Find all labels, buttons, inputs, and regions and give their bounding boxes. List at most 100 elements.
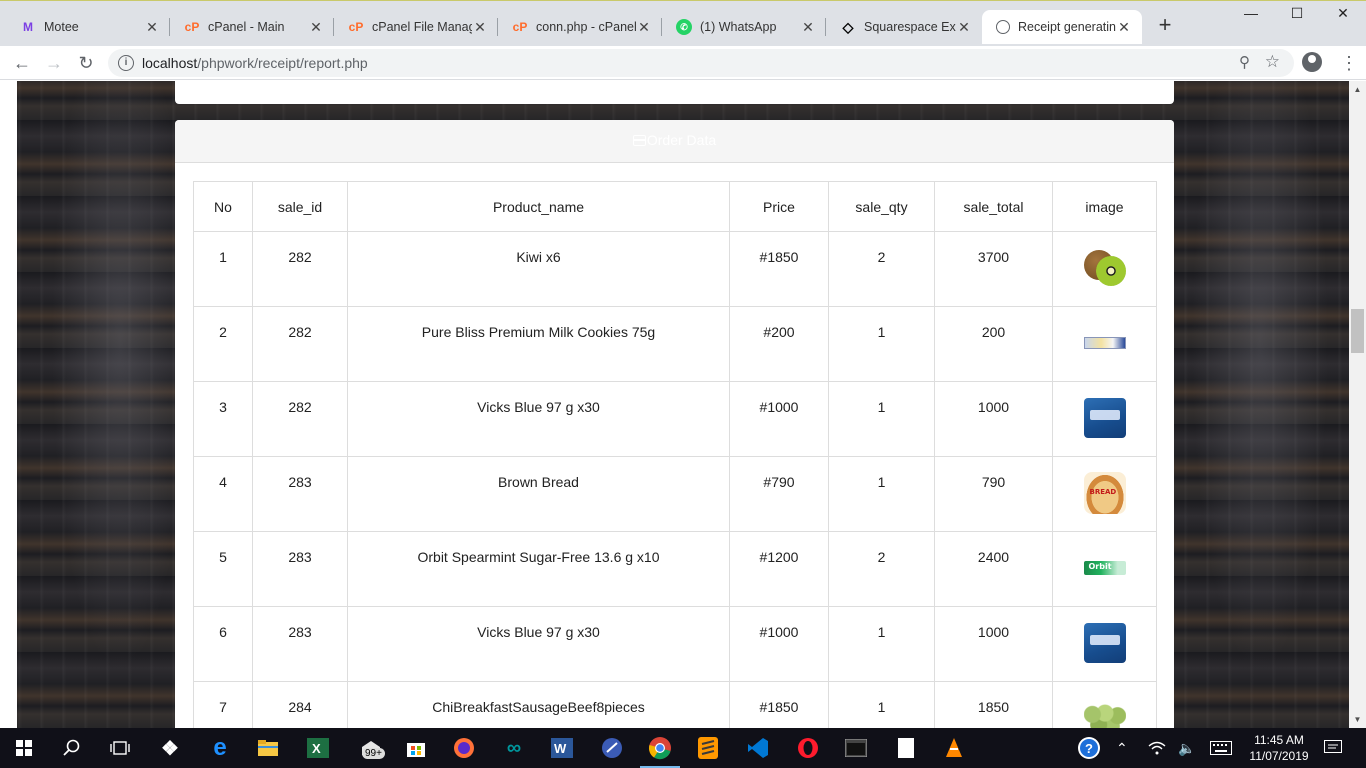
close-tab-icon[interactable]: ✕ [472,19,488,36]
close-tab-icon[interactable]: ✕ [956,19,972,36]
vscode-icon[interactable] [744,734,772,762]
tab-title: conn.php - cPanel [536,20,636,34]
sublime-text-icon[interactable] [694,734,722,762]
cell-sale-qty: 1 [828,306,935,382]
notepad-icon[interactable] [892,734,920,762]
maximize-button[interactable]: ☐ [1274,5,1320,29]
scroll-up-arrow-icon[interactable]: ▲ [1349,81,1366,98]
kiwi-image [1083,248,1126,288]
edge-browser-icon[interactable]: e [206,734,234,762]
url-path: /phpwork/receipt/report.php [197,55,368,71]
word-icon[interactable]: W [548,734,576,762]
cell-sale-total: 2400 [934,531,1053,607]
column-header-sale-total: sale_total [934,181,1053,232]
site-info-icon[interactable]: i [118,55,134,71]
browser-tab[interactable]: cP cPanel - Main ✕ [170,10,334,44]
notifications-app-icon[interactable]: 99+ [352,734,390,762]
close-tab-icon[interactable]: ✕ [1116,19,1132,36]
cell-sale-total: 790 [934,456,1053,532]
dropbox-icon[interactable]: ❖ [156,734,184,762]
cell-price: #1000 [729,606,829,682]
cell-product-name: Kiwi x6 [347,231,730,307]
tab-title: Squarespace Expe [864,20,956,34]
keyboard-icon[interactable] [1210,728,1232,768]
tab-title: (1) WhatsApp [700,20,777,34]
opera-icon[interactable] [794,734,822,762]
order-data-panel: Order Data No sale_id Product_name Price… [175,120,1174,728]
table-row: 1 282 Kiwi x6 #1850 2 3700 [193,231,1157,307]
cell-image [1052,381,1157,457]
browser-tab[interactable]: ◇ Squarespace Expe ✕ [826,10,982,44]
column-header-price: Price [729,181,829,232]
browser-tab[interactable]: cP cPanel File Manag ✕ [334,10,498,44]
reload-icon[interactable]: ↻ [74,51,98,75]
close-tab-icon[interactable]: ✕ [144,19,160,36]
browser-tab[interactable]: M Motee ✕ [6,10,170,44]
minimize-button[interactable]: — [1228,5,1274,29]
cell-sale-total: 200 [934,306,1053,382]
excel-icon[interactable]: X [304,734,332,762]
browser-tab-active[interactable]: Receipt generating ✕ [982,10,1142,44]
wifi-icon[interactable] [1148,728,1166,768]
action-center-icon[interactable] [1324,728,1342,768]
svg-text:X: X [312,741,321,756]
cell-image [1052,306,1157,382]
cell-sale-qty: 1 [828,681,935,728]
clock-time: 11:45 AM [1254,733,1304,747]
browser-menu-icon[interactable]: ⋮ [1340,52,1358,74]
browser-tab[interactable]: ✆ (1) WhatsApp ✕ [662,10,826,44]
close-tab-icon[interactable]: ✕ [636,19,652,36]
globe-icon [996,20,1010,34]
cell-price: #1000 [729,381,829,457]
cell-no: 1 [193,231,253,307]
close-window-button[interactable]: ✕ [1320,5,1366,29]
address-bar[interactable]: i localhost/phpwork/receipt/report.php ⚲… [108,49,1294,77]
cell-sale-qty: 1 [828,606,935,682]
search-icon[interactable] [58,734,86,762]
cell-image [1052,606,1157,682]
cell-sale-id: 282 [252,231,348,307]
cell-sale-qty: 1 [828,381,935,457]
vlc-icon[interactable] [940,734,968,762]
bookmark-star-icon[interactable]: ☆ [1265,52,1280,72]
cell-no: 4 [193,456,253,532]
store-icon[interactable] [402,734,430,762]
help-icon[interactable]: ? [1076,728,1102,768]
forward-arrow-icon[interactable]: → [42,51,66,75]
close-tab-icon[interactable]: ✕ [800,19,816,36]
system-clock[interactable]: 11:45 AM 11/07/2019 [1240,732,1318,764]
firefox-icon[interactable] [450,734,478,762]
cell-sale-total: 1850 [934,681,1053,728]
browser-toolbar: ← → ↻ i localhost/phpwork/receipt/report… [0,46,1366,80]
arduino-icon[interactable]: ∞ [500,734,528,762]
table-header-row: No sale_id Product_name Price sale_qty s… [193,181,1157,232]
cell-image [1052,456,1157,532]
volume-icon[interactable]: 🔈 [1178,728,1195,768]
chrome-icon[interactable] [646,734,674,762]
page-left-margin [0,81,17,728]
table-row: 3 282 Vicks Blue 97 g x30 #1000 1 1000 [193,381,1157,457]
chevron-up-icon[interactable]: ⌃ [1116,728,1128,768]
new-tab-button[interactable]: + [1154,14,1176,37]
cell-price: #790 [729,456,829,532]
back-arrow-icon[interactable]: ← [10,51,34,75]
close-tab-icon[interactable]: ✕ [308,19,324,36]
url-text[interactable]: localhost/phpwork/receipt/report.php [142,55,368,71]
cookie-pack-image [1083,337,1126,349]
page-scrollbar[interactable]: ▲ ▼ [1349,81,1366,728]
terminal-icon[interactable] [842,734,870,762]
tab-title: cPanel - Main [208,20,285,34]
cpanel-icon: cP [348,20,364,34]
previous-panel [175,81,1174,104]
scroll-down-arrow-icon[interactable]: ▼ [1349,711,1366,728]
task-view-icon[interactable] [106,734,134,762]
profile-avatar-icon[interactable] [1302,52,1322,72]
cell-no: 5 [193,531,253,607]
windows-start-icon[interactable] [10,734,38,762]
browser-tab[interactable]: cP conn.php - cPanel ✕ [498,10,662,44]
zoom-icon[interactable]: ⚲ [1239,53,1250,71]
order-table: No sale_id Product_name Price sale_qty s… [193,181,1157,728]
scrollbar-thumb[interactable] [1351,309,1364,353]
file-explorer-icon[interactable] [254,734,282,762]
app-icon[interactable] [598,734,626,762]
